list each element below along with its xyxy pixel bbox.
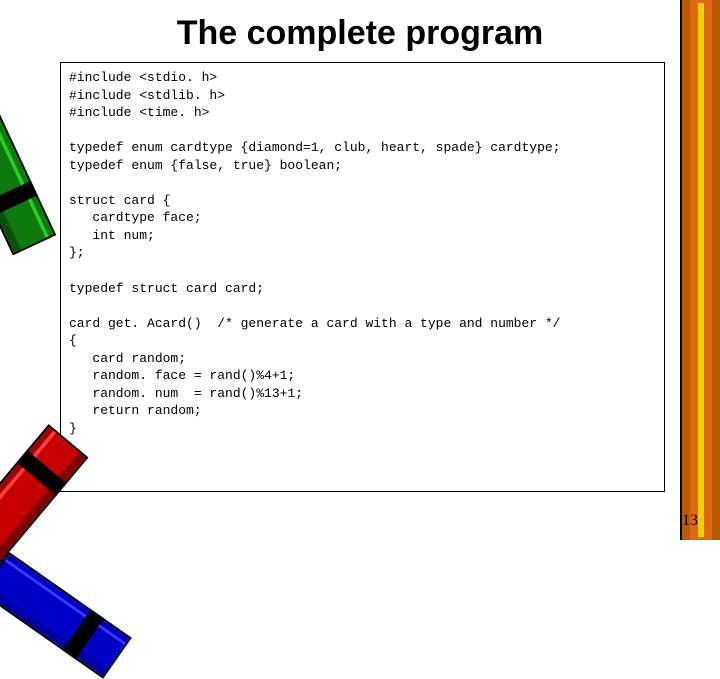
- page-number: 13: [682, 512, 698, 530]
- crayon-blue-decoration: [0, 535, 132, 679]
- crayon-stripe-decoration: [680, 0, 720, 540]
- slide-title: The complete program: [0, 0, 720, 63]
- code-block: #include <stdio. h> #include <stdlib. h>…: [60, 62, 665, 492]
- slide: The complete program #include <stdio. h>…: [0, 0, 720, 540]
- crayon-green-decoration: [0, 54, 56, 256]
